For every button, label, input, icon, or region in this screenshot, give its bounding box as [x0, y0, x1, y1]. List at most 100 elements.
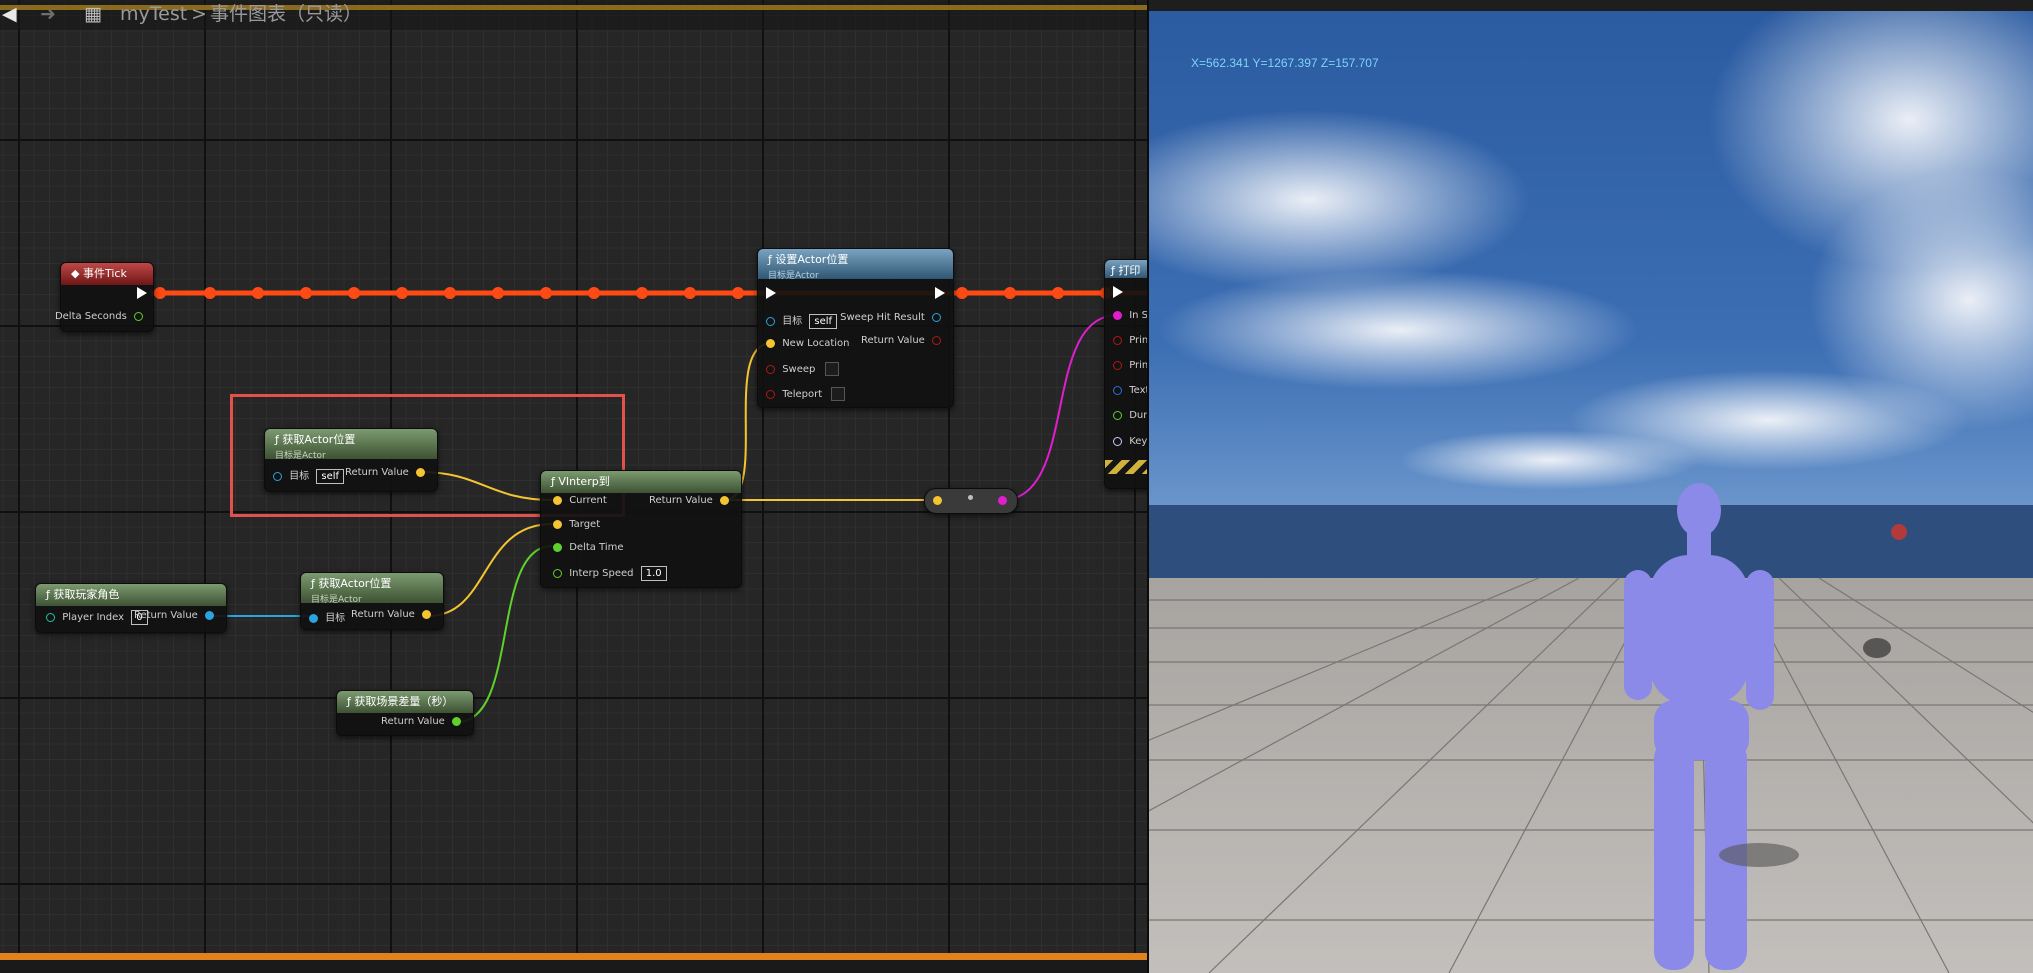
vector-pin-icon: [933, 496, 942, 505]
interp-speed-value[interactable]: 1.0: [640, 566, 667, 581]
set-exec-in[interactable]: [766, 287, 776, 299]
print-pin-in-string[interactable]: In S: [1113, 310, 1147, 321]
player-return-label: Return Value: [133, 610, 198, 621]
set-target-label: 目标: [782, 316, 803, 327]
function-icon: ƒ: [46, 588, 50, 601]
target-label: Target: [569, 519, 601, 530]
delta-seconds-pin[interactable]: Delta Seconds: [55, 311, 147, 322]
development-only-stripe: [1105, 460, 1147, 474]
print-string-node[interactable]: ƒ 打印 In S Prin Prin Text Dura Key: [1104, 259, 1147, 489]
player-return-pin[interactable]: Return Value: [134, 610, 218, 621]
print-pin-label: In S: [1129, 310, 1147, 321]
graph-icon: ▦: [84, 3, 102, 25]
vector-pin-icon: [720, 495, 729, 505]
get2-target-pin[interactable]: 目标: [309, 609, 345, 624]
print-pin-screen[interactable]: Prin: [1113, 335, 1147, 346]
player-shadow: [1719, 843, 1799, 867]
teleport-checkbox[interactable]: [831, 387, 846, 401]
sweep-hit-label: Sweep Hit Result: [840, 312, 925, 323]
get-actor-location-subtitle-2: 目标是Actor: [311, 595, 362, 605]
player-index-pin[interactable]: Player Index 0: [46, 610, 148, 625]
graph-toolbar: ◀ ➜ ▦ myTest > 事件图表 （只读）: [0, 0, 1147, 30]
struct-pin-icon: [932, 312, 941, 322]
vector-to-string-convert-node[interactable]: [924, 488, 1018, 514]
delta-time-pin[interactable]: Delta Time: [553, 542, 624, 553]
vector-pin-icon: [766, 338, 775, 348]
print-pin-text-color[interactable]: Text: [1113, 385, 1147, 396]
get-world-delta-header: ƒ 获取场景差量（秒）: [337, 691, 473, 713]
print-pin-label: Key: [1129, 436, 1147, 447]
graph-bottom-strip: [0, 960, 1147, 973]
set-actor-location-title: 设置Actor位置: [775, 253, 849, 266]
event-tick-title: 事件Tick: [82, 267, 127, 280]
set-actor-location-node[interactable]: ƒ 设置Actor位置 目标是Actor 目标 self Sweep Hit R…: [757, 248, 954, 408]
vinterp-to-header: ƒ VInterp到: [541, 471, 741, 493]
current-pin[interactable]: Current: [553, 495, 607, 506]
float-pin-icon: [553, 568, 562, 578]
target-pin[interactable]: Target: [553, 519, 600, 530]
sweep-label: Sweep: [782, 364, 816, 375]
breadcrumb-readonly: （只读）: [286, 3, 363, 25]
function-icon: ƒ: [311, 577, 315, 590]
world-delta-return-pin[interactable]: Return Value: [381, 716, 465, 727]
print-pin-label: Prin: [1129, 360, 1147, 371]
get2-return-pin[interactable]: Return Value: [351, 609, 435, 620]
event-tick-exec-out[interactable]: [137, 287, 147, 299]
set-exec-out[interactable]: [935, 287, 945, 299]
print-string-header: ƒ 打印: [1105, 260, 1147, 278]
get2-target-label: 目标: [325, 613, 346, 624]
sweep-checkbox[interactable]: [824, 362, 839, 376]
print-exec-in[interactable]: [1113, 286, 1123, 298]
float-pin-icon: [134, 311, 143, 321]
sweep-pin[interactable]: Sweep: [766, 362, 839, 376]
set-return-pin[interactable]: Return Value: [861, 335, 945, 346]
vinterp-return-pin[interactable]: Return Value: [649, 495, 733, 506]
delta-seconds-label: Delta Seconds: [54, 311, 127, 322]
print-pin-log[interactable]: Prin: [1113, 360, 1147, 371]
breadcrumb-graph[interactable]: 事件图表: [210, 0, 286, 28]
floor-plane: [1149, 578, 2033, 973]
vector-pin-icon: [553, 519, 562, 529]
viewport-scene: [1149, 0, 2033, 973]
event-tick-node[interactable]: ◆ 事件Tick Delta Seconds: [55, 262, 154, 332]
get2-return-label: Return Value: [350, 609, 415, 620]
get-world-delta-seconds-node[interactable]: ƒ 获取场景差量（秒） Return Value: [336, 690, 474, 736]
function-icon: ƒ: [1111, 264, 1115, 277]
print-pin-duration[interactable]: Dura: [1113, 410, 1147, 421]
vinterp-return-label: Return Value: [648, 495, 713, 506]
interp-speed-pin[interactable]: Interp Speed 1.0: [553, 566, 667, 581]
event-tick-header: ◆ 事件Tick: [61, 263, 153, 285]
get-player-character-header: ƒ 获取玩家角色: [36, 584, 226, 606]
string-pin-icon: [1113, 310, 1122, 320]
game-viewport[interactable]: X=562.341 Y=1267.397 Z=157.707: [1147, 0, 2033, 973]
blueprint-graph-panel[interactable]: ◀ ➜ ▦ myTest > 事件图表 （只读） ◆ 事件Tick Delta …: [0, 0, 1147, 973]
forward-arrow-icon[interactable]: ➜: [40, 0, 56, 28]
wire-convert-to-print: [1001, 314, 1119, 501]
wire-location2-to-target: [427, 523, 553, 617]
bool-pin-icon: [932, 335, 941, 345]
location-coords-readout: X=562.341 Y=1267.397 Z=157.707: [1191, 56, 1379, 70]
print-pin-key[interactable]: Key: [1113, 436, 1147, 447]
player-index-label: Player Index: [62, 612, 125, 623]
get-actor-location-title-2: 获取Actor位置: [318, 577, 392, 590]
new-location-pin[interactable]: New Location: [766, 338, 849, 349]
get-world-delta-title: 获取场景差量（秒）: [354, 695, 454, 708]
print-pin-label: Prin: [1129, 335, 1147, 346]
get-actor-location-node-2[interactable]: ƒ 获取Actor位置 目标是Actor 目标 Return Value: [300, 572, 444, 630]
ocean-horizon: [1149, 505, 2033, 580]
viewport-toolbar: [1149, 0, 2033, 11]
teleport-pin[interactable]: Teleport: [766, 387, 846, 401]
world-delta-return-label: Return Value: [380, 716, 445, 727]
sweep-hit-result-pin[interactable]: Sweep Hit Result: [840, 312, 945, 323]
set-target-value[interactable]: self: [809, 314, 838, 329]
breadcrumb-project[interactable]: myTest: [120, 0, 187, 28]
delta-time-label: Delta Time: [569, 542, 624, 553]
set-target-pin[interactable]: 目标 self: [766, 312, 838, 329]
print-string-title: 打印: [1118, 264, 1141, 277]
get-player-character-node[interactable]: ƒ 获取玩家角色 Player Index 0 Return Value: [35, 583, 227, 633]
breadcrumb-separator: >: [191, 3, 207, 25]
struct-pin-icon: [1113, 385, 1122, 395]
vinterp-to-node[interactable]: ƒ VInterp到 Current Return Value Target D…: [540, 470, 742, 588]
set-return-label: Return Value: [860, 335, 925, 346]
back-arrow-icon[interactable]: ◀: [2, 0, 17, 28]
